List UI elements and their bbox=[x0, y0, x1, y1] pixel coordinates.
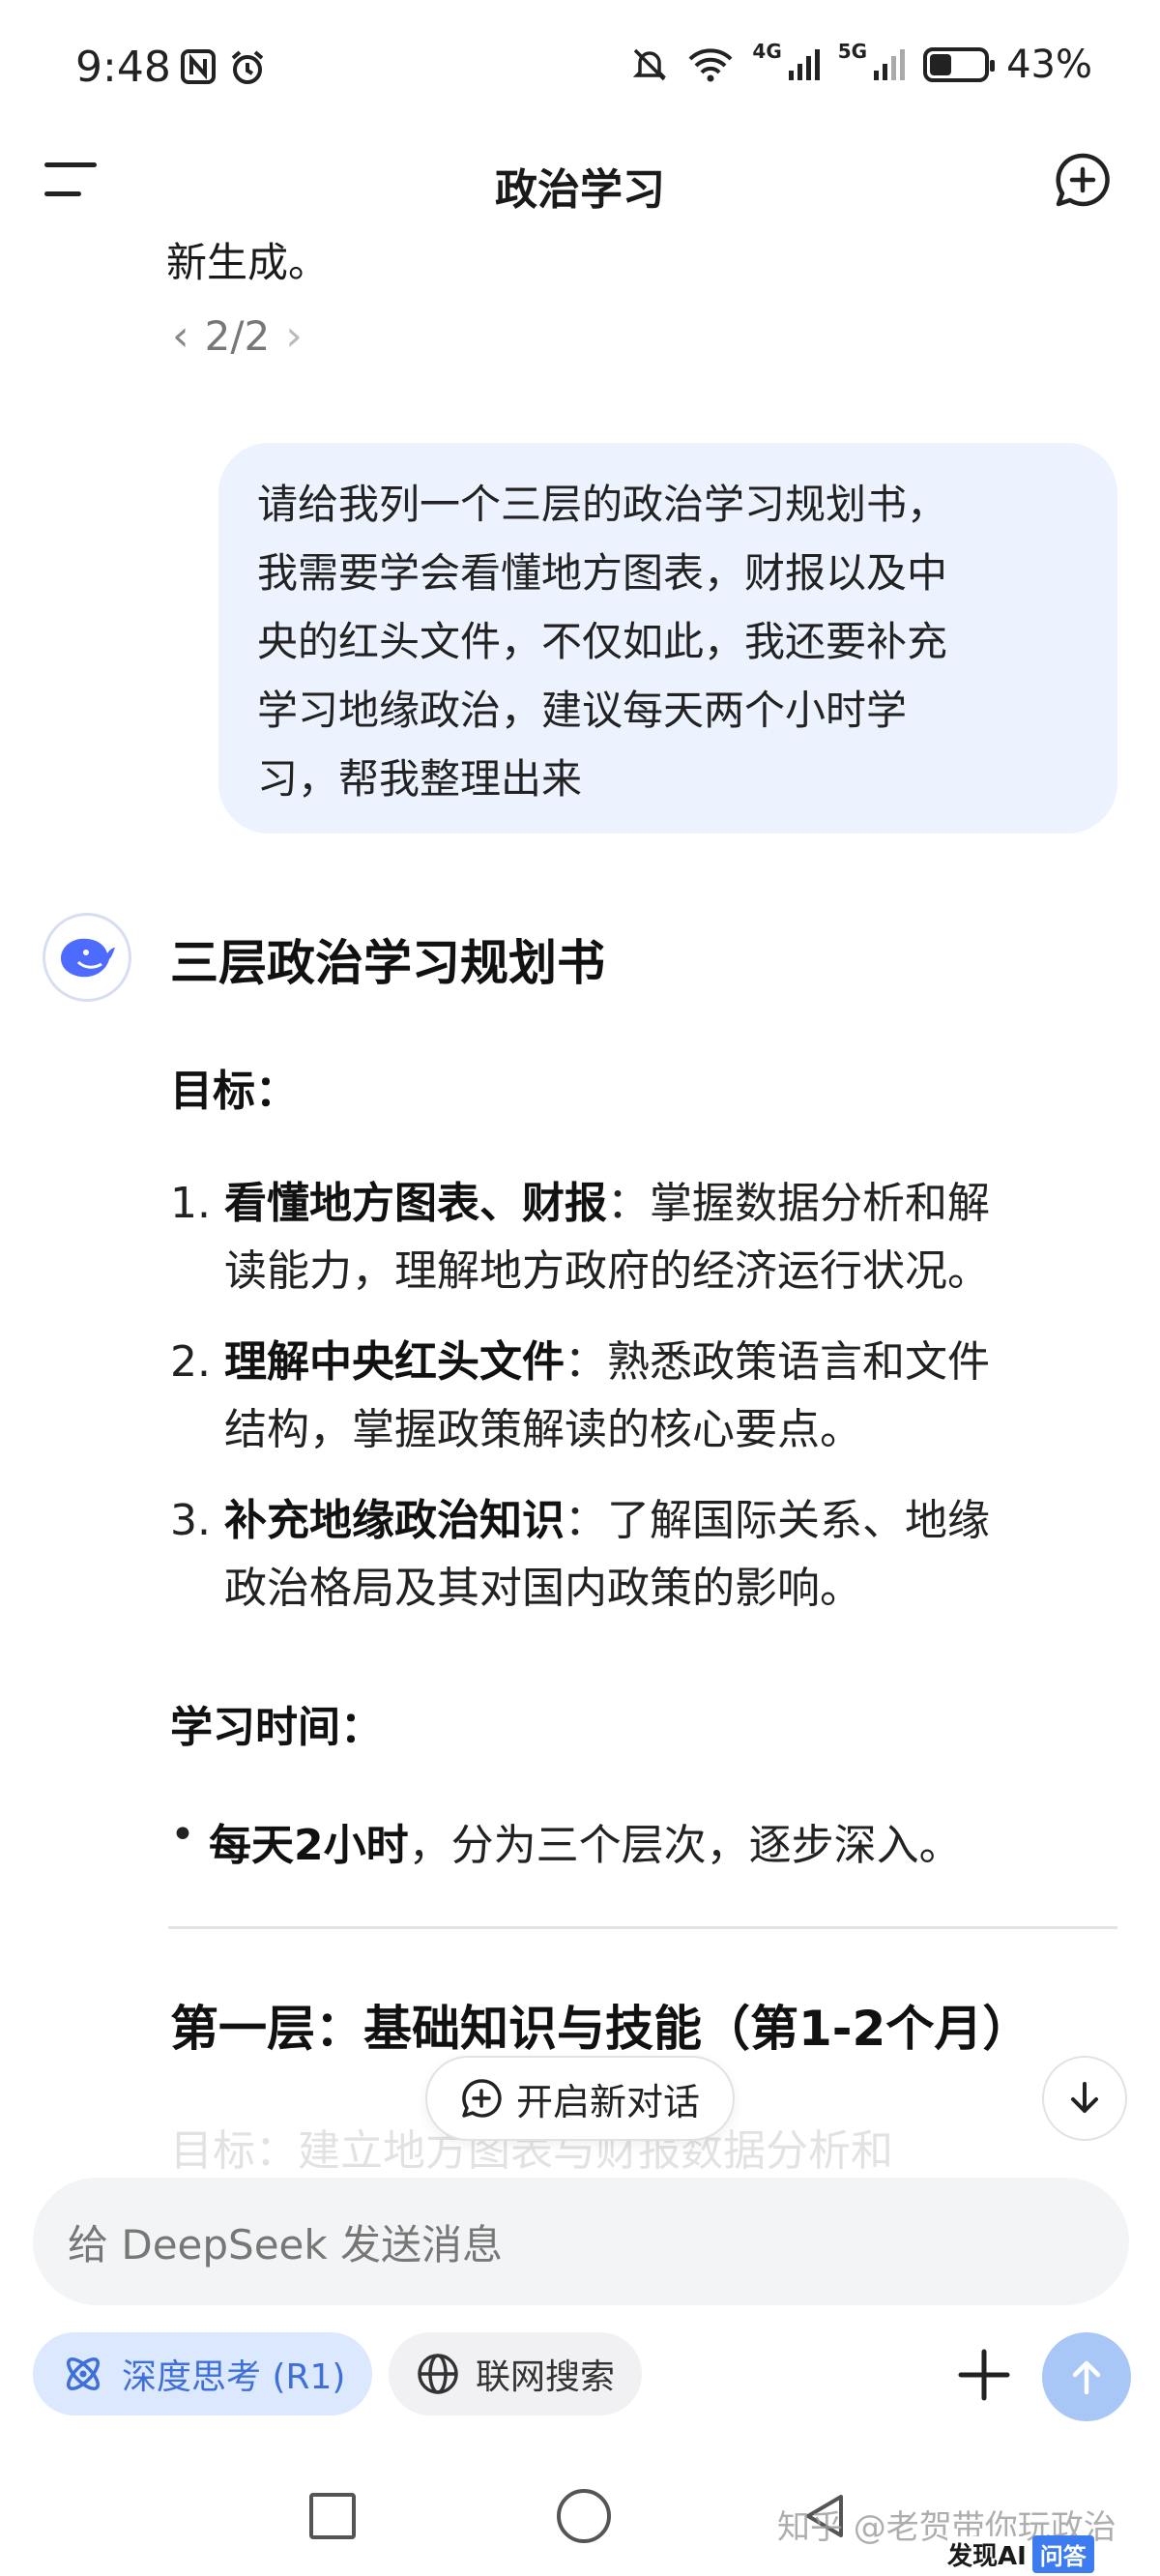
time-text: ，分为三个层次，逐步深入。 bbox=[408, 1821, 962, 1870]
battery-percent: 43% bbox=[1006, 43, 1092, 87]
home-button[interactable] bbox=[557, 2489, 611, 2543]
input-placeholder: 给 DeepSeek 发送消息 bbox=[68, 2220, 504, 2269]
new-conversation-label: 开启新对话 bbox=[515, 2080, 700, 2123]
chevron-right-icon[interactable]: › bbox=[285, 311, 303, 361]
atom-icon bbox=[67, 2357, 100, 2390]
status-right-icons: 4G 5G 43% bbox=[630, 40, 1092, 87]
goal-bold: 看懂地方图表、财报 bbox=[224, 1179, 607, 1228]
arrow-up-icon bbox=[1072, 2360, 1101, 2395]
section-divider bbox=[168, 1926, 1117, 1929]
goal-heading: 目标： bbox=[170, 1067, 298, 1116]
user-message-line: 学习地缘政治，建议每天两个小时学 bbox=[257, 687, 908, 734]
recents-button[interactable] bbox=[309, 2493, 356, 2539]
goal-text: 结构，掌握政策解读的核心要点。 bbox=[224, 1405, 862, 1454]
brand-name: 发现AI bbox=[947, 2536, 1027, 2572]
user-message-line: 央的红头文件，不仅如此，我还要补充 bbox=[257, 618, 948, 665]
user-message-line: 我需要学会看懂地方图表，财报以及中 bbox=[257, 549, 948, 597]
previous-answer-tail: 新生成。 bbox=[166, 239, 330, 286]
scroll-down-button[interactable] bbox=[1042, 2056, 1127, 2141]
net-5g-label: 5G bbox=[837, 40, 868, 63]
new-chat-icon[interactable] bbox=[1054, 151, 1112, 213]
status-time: 9:48 bbox=[75, 43, 171, 92]
page-title: 政治学习 bbox=[495, 165, 665, 215]
layer-one-heading: 第一层：基础知识与技能（第1-2个月） bbox=[170, 2001, 1031, 2057]
goal-text: ：熟悉政策语言和文件 bbox=[565, 1337, 990, 1387]
plus-icon bbox=[958, 2349, 1010, 2401]
web-search-label: 联网搜索 bbox=[476, 2357, 616, 2397]
list-item: 3. 补充地缘政治知识：了解国际关系、地缘 政治格局及其对国内政策的影响。 bbox=[170, 1487, 1098, 1623]
goal-text: 政治格局及其对国内政策的影响。 bbox=[224, 1564, 862, 1613]
list-number: 1. bbox=[170, 1179, 211, 1228]
brand-tag: 问答 bbox=[1031, 2535, 1094, 2573]
pager-label: 2/2 bbox=[204, 312, 271, 360]
study-time-heading: 学习时间： bbox=[170, 1703, 383, 1752]
goals-list: 1. 看懂地方图表、财报：掌握数据分析和解 读能力，理解地方政府的经济运行状况。… bbox=[170, 1170, 1098, 1646]
user-message-line: 请给我列一个三层的政治学习规划书， bbox=[257, 481, 948, 528]
attach-button[interactable] bbox=[945, 2336, 1023, 2414]
wifi-icon bbox=[689, 48, 733, 82]
arrow-down-icon bbox=[1071, 2082, 1098, 2113]
study-time-bullet: • 每天2小时，分为三个层次，逐步深入。 bbox=[170, 1810, 962, 1872]
user-message-bubble[interactable]: 请给我列一个三层的政治学习规划书， 我需要学会看懂地方图表，财报以及中 央的红头… bbox=[218, 443, 1117, 834]
alarm-icon bbox=[231, 50, 264, 84]
new-conversation-button[interactable]: 开启新对话 bbox=[425, 2056, 735, 2141]
goal-text: ：掌握数据分析和解 bbox=[607, 1179, 990, 1228]
deepseek-avatar bbox=[43, 913, 131, 1002]
signal-4g-icon bbox=[788, 49, 820, 80]
net-4g-label: 4G bbox=[752, 40, 782, 63]
bullet-dot: • bbox=[170, 1810, 195, 1859]
list-item: 1. 看懂地方图表、财报：掌握数据分析和解 读能力，理解地方政府的经济运行状况。 bbox=[170, 1170, 1098, 1305]
new-chat-icon bbox=[462, 2079, 502, 2118]
time-bold: 每天2小时 bbox=[209, 1821, 409, 1870]
list-item: 2. 理解中央红头文件：熟悉政策语言和文件 结构，掌握政策解读的核心要点。 bbox=[170, 1329, 1098, 1464]
deep-think-toggle[interactable]: 深度思考 (R1) bbox=[33, 2332, 373, 2415]
globe-icon bbox=[418, 2354, 458, 2394]
message-input[interactable]: 给 DeepSeek 发送消息 bbox=[33, 2178, 1129, 2305]
user-message-line: 习，帮我整理出来 bbox=[257, 755, 583, 803]
goal-text: 读能力，理解地方政府的经济运行状况。 bbox=[224, 1246, 990, 1296]
response-title: 三层政治学习规划书 bbox=[170, 935, 605, 991]
send-button[interactable] bbox=[1042, 2332, 1131, 2421]
goal-bold: 补充地缘政治知识 bbox=[224, 1496, 565, 1545]
brand-watermark: 发现AI 问答 bbox=[947, 2535, 1094, 2573]
goal-text: ：了解国际关系、地缘 bbox=[565, 1496, 990, 1545]
web-search-toggle[interactable]: 联网搜索 bbox=[389, 2332, 643, 2415]
status-left-icons bbox=[180, 48, 267, 87]
whale-logo-icon bbox=[61, 938, 115, 978]
goal-bold: 理解中央红头文件 bbox=[224, 1337, 565, 1387]
list-number: 2. bbox=[170, 1337, 211, 1387]
mute-icon bbox=[633, 48, 667, 81]
chevron-left-icon[interactable]: ‹ bbox=[172, 311, 189, 361]
list-number: 3. bbox=[170, 1496, 211, 1545]
response-pager: ‹ 2/2 › bbox=[172, 311, 303, 361]
deep-think-label: 深度思考 (R1) bbox=[122, 2357, 346, 2397]
nfc-icon bbox=[181, 49, 216, 84]
battery-icon bbox=[923, 47, 996, 82]
signal-5g-icon bbox=[874, 49, 906, 80]
